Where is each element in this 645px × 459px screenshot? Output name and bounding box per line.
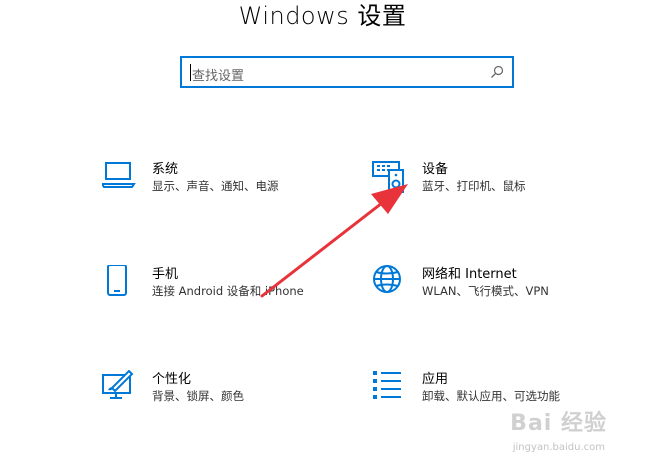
watermark-url: jingyan.baidu.com <box>512 442 605 453</box>
watermark-logo: Bai 经验 <box>510 411 607 436</box>
annotation-arrow <box>260 184 408 298</box>
